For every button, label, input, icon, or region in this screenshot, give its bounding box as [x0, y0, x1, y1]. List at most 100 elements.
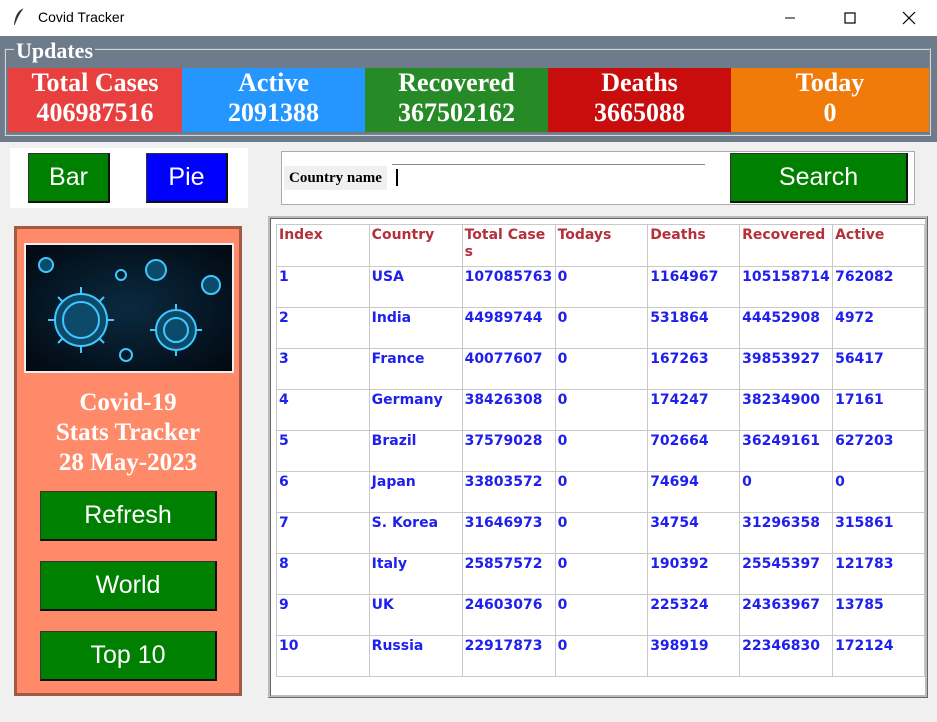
table-cell: 44989744: [461, 307, 556, 349]
search-button[interactable]: Search: [730, 153, 908, 203]
table-cell: 0: [554, 594, 649, 636]
top10-button[interactable]: Top 10: [40, 631, 217, 681]
stat-value: 367502162: [398, 98, 515, 127]
table-cell: 0: [554, 512, 649, 554]
table-cell: 2: [276, 307, 370, 349]
table-cell: 167263: [647, 348, 741, 390]
table-cell: 17161: [832, 389, 925, 431]
stat-deaths: Deaths 3665088: [548, 68, 731, 132]
table-cell: 25857572: [461, 553, 556, 595]
table-cell: Germany: [368, 389, 463, 431]
table-row[interactable]: 7 S. Korea 31646973 0 34754 31296358 315861: [276, 512, 925, 554]
stat-recovered: Recovered 367502162: [365, 68, 548, 132]
table-cell: 315861: [832, 512, 925, 554]
country-name-label: Country name: [284, 166, 387, 190]
world-button[interactable]: World: [40, 561, 217, 611]
country-table-container: Index Country Total Cases Todays Deaths …: [268, 216, 928, 698]
close-icon: [902, 11, 916, 25]
table-cell: UK: [368, 594, 463, 636]
table-cell: 74694: [647, 471, 741, 513]
updates-legend: Updates: [14, 38, 96, 63]
table-cell: 6: [276, 471, 370, 513]
header-total-cases: Total Cases: [461, 224, 556, 267]
table-cell: 0: [554, 471, 649, 513]
table-cell: 5: [276, 430, 370, 472]
country-search-input[interactable]: [392, 164, 705, 189]
table-cell: 44452908: [739, 307, 834, 349]
table-row[interactable]: 10 Russia 22917873 0 398919 22346830 172124: [276, 635, 925, 677]
bar-chart-button[interactable]: Bar: [28, 153, 110, 203]
table-cell: 398919: [647, 635, 741, 677]
table-cell: 31296358: [739, 512, 834, 554]
table-cell: 1: [276, 266, 370, 308]
table-cell: France: [368, 348, 463, 390]
header-todays: Todays: [554, 224, 649, 267]
table-cell: 531864: [647, 307, 741, 349]
table-cell: 0: [554, 348, 649, 390]
stat-label: Total Cases: [31, 68, 159, 97]
stat-value: 406987516: [36, 98, 154, 127]
header-country: Country: [368, 224, 463, 267]
table-cell: 31646973: [461, 512, 556, 554]
close-button[interactable]: [886, 0, 932, 36]
stat-total-cases: Total Cases 406987516: [8, 68, 182, 132]
table-row[interactable]: 8 Italy 25857572 0 190392 25545397 121783: [276, 553, 925, 595]
header-active: Active: [832, 224, 925, 267]
updates-section: Updates Total Cases 406987516 Active 209…: [0, 36, 937, 142]
country-table: Index Country Total Cases Todays Deaths …: [276, 224, 925, 677]
table-cell: 0: [739, 471, 834, 513]
stat-label: Recovered: [398, 68, 515, 97]
table-cell: 121783: [832, 553, 925, 595]
table-cell: 25545397: [739, 553, 834, 595]
table-cell: 37579028: [461, 430, 556, 472]
table-row[interactable]: 4 Germany 38426308 0 174247 38234900 17161: [276, 389, 925, 431]
table-row[interactable]: 9 UK 24603076 0 225324 24363967 13785: [276, 594, 925, 636]
refresh-button[interactable]: Refresh: [40, 491, 217, 541]
table-cell: 9: [276, 594, 370, 636]
table-cell: 22346830: [739, 635, 834, 677]
table-cell: 36249161: [739, 430, 834, 472]
table-cell: 0: [554, 307, 649, 349]
table-cell: S. Korea: [368, 512, 463, 554]
table-row[interactable]: 2 India 44989744 0 531864 44452908 4972: [276, 307, 925, 349]
table-cell: 3: [276, 348, 370, 390]
stat-label: Today: [795, 68, 865, 97]
table-cell: 0: [554, 553, 649, 595]
table-cell: 8: [276, 553, 370, 595]
table-cell: 702664: [647, 430, 741, 472]
minimize-button[interactable]: [767, 0, 813, 36]
table-cell: 762082: [832, 266, 925, 308]
table-cell: 39853927: [739, 348, 834, 390]
stat-value: 0: [823, 98, 837, 127]
minimize-icon: [785, 17, 795, 19]
table-cell: 40077607: [461, 348, 556, 390]
title-bar: Covid Tracker: [0, 0, 937, 36]
text-cursor: [396, 169, 398, 186]
stat-today: Today 0: [731, 68, 929, 132]
maximize-button[interactable]: [827, 0, 873, 36]
table-row[interactable]: 5 Brazil 37579028 0 702664 36249161 627203: [276, 430, 925, 472]
stat-active: Active 2091388: [182, 68, 365, 132]
table-cell: 34754: [647, 512, 741, 554]
maximize-icon: [844, 12, 856, 24]
virus-illustration: [26, 245, 232, 371]
table-cell: 627203: [832, 430, 925, 472]
window-title: Covid Tracker: [38, 9, 125, 25]
table-cell: India: [368, 307, 463, 349]
pie-chart-button[interactable]: Pie: [146, 153, 228, 203]
table-cell: 24363967: [739, 594, 834, 636]
table-row[interactable]: 6 Japan 33803572 0 74694 0 0: [276, 471, 925, 513]
sidebar-date: 28 May-2023: [58, 449, 198, 476]
table-cell: 38426308: [461, 389, 556, 431]
stat-label: Active: [238, 68, 309, 97]
sidebar-title-line1: Covid-19: [79, 389, 177, 416]
table-cell: 190392: [647, 553, 741, 595]
table-cell: 4: [276, 389, 370, 431]
table-cell: Brazil: [368, 430, 463, 472]
table-row[interactable]: 3 France 40077607 0 167263 39853927 56417: [276, 348, 925, 390]
stat-label: Deaths: [601, 68, 678, 97]
table-cell: 4972: [832, 307, 925, 349]
table-row[interactable]: 1 USA 107085763 0 1164967 105158714 762082: [276, 266, 925, 308]
stat-value: 2091388: [228, 98, 319, 127]
header-index: Index: [276, 224, 370, 267]
